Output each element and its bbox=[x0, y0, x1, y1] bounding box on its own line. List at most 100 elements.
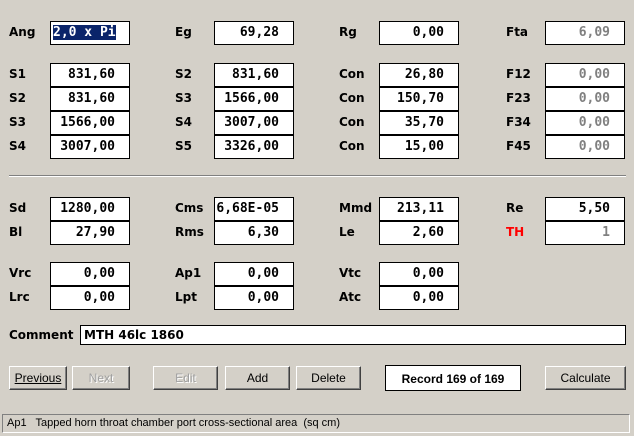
label-le: Le bbox=[339, 225, 355, 239]
field-lpt[interactable]: 0,00 bbox=[214, 286, 294, 310]
field-s4[interactable]: 3007,00 bbox=[50, 135, 130, 159]
previous-button[interactable]: Previous bbox=[9, 366, 67, 390]
field-value: 0,00 bbox=[247, 266, 279, 281]
field-value: 3007,00 bbox=[60, 139, 115, 154]
label-ang: Ang bbox=[9, 25, 36, 39]
field-s3[interactable]: 1566,00 bbox=[214, 87, 294, 111]
calculate-button[interactable]: Calculate bbox=[545, 366, 626, 390]
delete-button[interactable]: Delete bbox=[296, 366, 361, 390]
field-con[interactable]: 35,70 bbox=[379, 111, 459, 135]
field-value: 1 bbox=[602, 225, 610, 240]
field-eg[interactable]: 69,28 bbox=[214, 21, 294, 45]
field-value: 831,60 bbox=[68, 67, 115, 82]
label-rms: Rms bbox=[175, 225, 204, 239]
field-vtc[interactable]: 0,00 bbox=[379, 262, 459, 286]
field-ang[interactable]: 2,0 x Pi bbox=[50, 21, 130, 45]
label-fta: Fta bbox=[506, 25, 529, 39]
field-value: 0,00 bbox=[412, 25, 444, 40]
field-fta: 6,09 bbox=[545, 21, 625, 45]
field-value: 831,60 bbox=[232, 67, 279, 82]
field-s4[interactable]: 3007,00 bbox=[214, 111, 294, 135]
label-s2: S2 bbox=[9, 91, 26, 105]
label-f12: F12 bbox=[506, 67, 531, 81]
label-eg: Eg bbox=[175, 25, 192, 39]
field-cms[interactable]: 6,68E-05 bbox=[214, 197, 294, 221]
field-f34: 0,00 bbox=[545, 111, 625, 135]
field-f45: 0,00 bbox=[545, 135, 625, 159]
label-th: TH bbox=[506, 225, 525, 239]
field-value: 6,68E-05 bbox=[216, 201, 279, 216]
field-value: 150,70 bbox=[397, 91, 444, 106]
field-th: 1 bbox=[545, 221, 625, 245]
field-value: 27,90 bbox=[75, 225, 115, 240]
edit-button[interactable]: Edit bbox=[153, 366, 218, 390]
label-lrc: Lrc bbox=[9, 290, 30, 304]
field-value: 3326,00 bbox=[224, 139, 279, 154]
next-button[interactable]: Next bbox=[72, 366, 130, 390]
field-re[interactable]: 5,50 bbox=[545, 197, 625, 221]
label-s3: S3 bbox=[9, 115, 26, 129]
field-con[interactable]: 150,70 bbox=[379, 87, 459, 111]
field-value: 2,60 bbox=[412, 225, 444, 240]
field-lrc[interactable]: 0,00 bbox=[50, 286, 130, 310]
field-value: 1566,00 bbox=[224, 91, 279, 106]
label-sd: Sd bbox=[9, 201, 27, 215]
field-con[interactable]: 26,80 bbox=[379, 63, 459, 87]
label-con: Con bbox=[339, 115, 365, 129]
label-con: Con bbox=[339, 139, 365, 153]
field-value: 26,80 bbox=[404, 67, 444, 82]
field-value: 0,00 bbox=[578, 91, 610, 106]
field-mmd[interactable]: 213,11 bbox=[379, 197, 459, 221]
field-s3[interactable]: 1566,00 bbox=[50, 111, 130, 135]
field-bl[interactable]: 27,90 bbox=[50, 221, 130, 245]
field-f23: 0,00 bbox=[545, 87, 625, 111]
label-s5: S5 bbox=[175, 139, 192, 153]
field-value: 6,09 bbox=[578, 25, 610, 40]
field-value: 0,00 bbox=[247, 290, 279, 305]
label-f34: F34 bbox=[506, 115, 531, 129]
field-s2[interactable]: 831,60 bbox=[50, 87, 130, 111]
label-ap1: Ap1 bbox=[175, 266, 202, 280]
label-bl: Bl bbox=[9, 225, 23, 239]
comment-input[interactable]: MTH 46lc 1860 bbox=[80, 325, 626, 345]
field-rms[interactable]: 6,30 bbox=[214, 221, 294, 245]
next-label: Next bbox=[88, 371, 114, 385]
field-ap1[interactable]: 0,00 bbox=[214, 262, 294, 286]
delete-label: Delete bbox=[311, 371, 346, 385]
field-sd[interactable]: 1280,00 bbox=[50, 197, 130, 221]
field-s1[interactable]: 831,60 bbox=[50, 63, 130, 87]
field-f12: 0,00 bbox=[545, 63, 625, 87]
field-value: 6,30 bbox=[247, 225, 279, 240]
field-atc[interactable]: 0,00 bbox=[379, 286, 459, 310]
field-value: 0,00 bbox=[578, 115, 610, 130]
field-vrc[interactable]: 0,00 bbox=[50, 262, 130, 286]
label-vrc: Vrc bbox=[9, 266, 32, 280]
field-value: 35,70 bbox=[404, 115, 444, 130]
field-value: 831,60 bbox=[68, 91, 115, 106]
label-atc: Atc bbox=[339, 290, 362, 304]
field-value: 5,50 bbox=[578, 201, 610, 216]
add-label: Add bbox=[246, 371, 269, 385]
field-value: 2,0 x Pi bbox=[51, 22, 129, 44]
label-lpt: Lpt bbox=[175, 290, 197, 304]
label-mmd: Mmd bbox=[339, 201, 373, 215]
field-value: 0,00 bbox=[83, 266, 115, 281]
label-s2: S2 bbox=[175, 67, 192, 81]
status-bar: Ap1 Tapped horn throat chamber port cros… bbox=[2, 414, 630, 433]
field-value: 0,00 bbox=[578, 139, 610, 154]
previous-label: Previous bbox=[14, 371, 62, 385]
field-s5[interactable]: 3326,00 bbox=[214, 135, 294, 159]
field-value: 3007,00 bbox=[224, 115, 279, 130]
field-rg[interactable]: 0,00 bbox=[379, 21, 459, 45]
add-button[interactable]: Add bbox=[225, 366, 290, 390]
label-con: Con bbox=[339, 67, 365, 81]
field-s2[interactable]: 831,60 bbox=[214, 63, 294, 87]
calculate-label: Calculate bbox=[560, 371, 611, 385]
field-con[interactable]: 15,00 bbox=[379, 135, 459, 159]
label-f23: F23 bbox=[506, 91, 531, 105]
label-s1: S1 bbox=[9, 67, 26, 81]
label-s4: S4 bbox=[9, 139, 26, 153]
label-cms: Cms bbox=[175, 201, 204, 215]
field-value: 1566,00 bbox=[60, 115, 115, 130]
field-le[interactable]: 2,60 bbox=[379, 221, 459, 245]
